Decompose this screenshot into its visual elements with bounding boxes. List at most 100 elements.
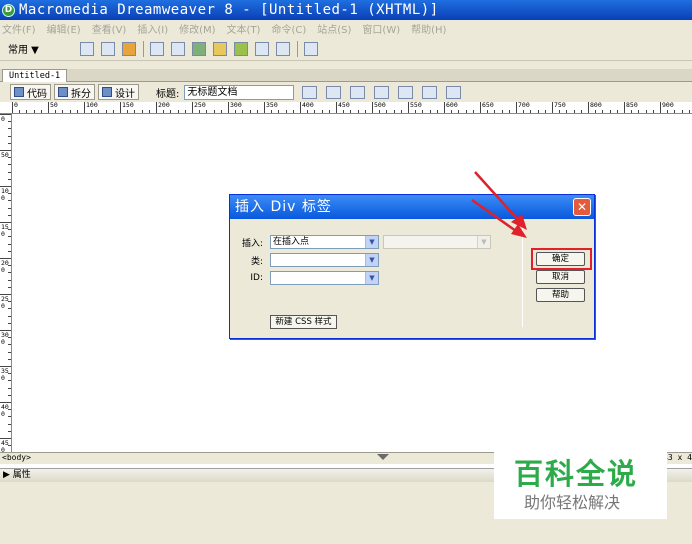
chevron-down-icon[interactable]: ▼: [365, 236, 378, 248]
ruler-tick: [631, 110, 633, 113]
ruler-tick: [674, 110, 676, 113]
ruler-tick: [8, 243, 11, 245]
view-options-icon[interactable]: [422, 85, 438, 99]
chevron-down-icon[interactable]: ▼: [365, 272, 378, 284]
close-icon[interactable]: ✕: [573, 198, 591, 216]
ruler-tick: [8, 286, 11, 288]
ruler-tick: [220, 110, 222, 113]
ruler-tick: [566, 110, 568, 113]
ruler-tick: [660, 102, 661, 113]
menu-site[interactable]: 站点(S): [317, 21, 351, 36]
validate-icon[interactable]: [326, 85, 342, 99]
ruler-tick: [516, 102, 517, 113]
named-anchor-icon[interactable]: [122, 41, 136, 56]
layer-icon[interactable]: [171, 41, 185, 56]
cancel-button[interactable]: 取消: [536, 270, 585, 284]
menu-modify[interactable]: 修改(M): [179, 21, 215, 36]
ruler-tick: [199, 110, 201, 113]
dreamweaver-window: D Macromedia Dreamweaver 8 - [Untitled-1…: [0, 0, 692, 544]
ruler-tick: [602, 110, 604, 113]
refresh-icon[interactable]: [398, 85, 414, 99]
ruler-tick: [688, 110, 690, 113]
ruler-tick: [415, 110, 417, 113]
tag-selector[interactable]: <body>: [2, 453, 31, 462]
dreamweaver-logo-icon: D: [2, 3, 15, 17]
comment-icon[interactable]: [255, 41, 269, 56]
menu-text[interactable]: 文本(T): [227, 21, 261, 36]
menu-insert[interactable]: 插入(I): [137, 21, 168, 36]
menu-view[interactable]: 查看(V): [92, 21, 127, 36]
email-link-icon[interactable]: [101, 41, 115, 56]
menu-commands[interactable]: 命令(C): [271, 21, 306, 36]
menu-window[interactable]: 窗口(W): [362, 21, 400, 36]
ruler-tick: [141, 110, 143, 113]
document-tab[interactable]: Untitled-1: [2, 69, 68, 82]
ruler-tick: [552, 102, 553, 113]
ruler-tick: [588, 102, 589, 113]
ruler-tick: [386, 110, 388, 113]
file-management-icon[interactable]: [350, 85, 366, 99]
tag-chooser-icon[interactable]: [304, 41, 318, 56]
new-css-style-button[interactable]: 新建 CSS 样式: [270, 315, 337, 329]
ruler-tick: [652, 110, 654, 113]
ruler-label: 700: [518, 102, 530, 109]
class-select[interactable]: ▼: [270, 253, 379, 267]
image-icon[interactable]: [192, 41, 206, 56]
design-view-icon: [102, 87, 112, 97]
ruler-label: 550: [410, 102, 422, 109]
ruler-tick: [19, 110, 21, 113]
template-icon[interactable]: [276, 41, 290, 56]
insert-label: 插入:: [241, 238, 263, 249]
code-view-button[interactable]: 代码: [10, 84, 51, 100]
ruler-label: 300: [1, 331, 9, 346]
menu-help[interactable]: 帮助(H): [411, 21, 446, 36]
ruler-tick: [148, 110, 150, 113]
ruler-tick: [40, 110, 42, 113]
ruler-tick: [321, 110, 323, 113]
browser-check-icon[interactable]: [302, 85, 318, 99]
ok-button[interactable]: 确定: [536, 252, 585, 266]
split-view-button[interactable]: 拆分: [54, 84, 95, 100]
design-view-button[interactable]: 设计: [98, 84, 139, 100]
menu-file[interactable]: 文件(F): [2, 21, 36, 36]
ruler-tick: [69, 110, 71, 113]
insert-category-dropdown[interactable]: 常用 ▼: [8, 41, 68, 56]
ruler-tick: [508, 110, 510, 113]
insert-position-select[interactable]: 在插入点 ▼: [270, 235, 379, 249]
chevron-down-icon: ▼: [477, 236, 490, 248]
insert-row: 插入: 在插入点 ▼ ▼: [230, 235, 491, 249]
hyperlink-icon[interactable]: [80, 41, 94, 56]
ruler-tick: [8, 279, 11, 281]
ruler-label: 750: [554, 102, 566, 109]
ruler-tick: [76, 110, 78, 113]
document-toolbar: 代码 拆分 设计 标题: 无标题文档: [0, 82, 692, 102]
ruler-tick: [645, 110, 647, 113]
ruler-tick: [8, 128, 11, 130]
page-title-input[interactable]: 无标题文档: [184, 84, 295, 100]
date-icon[interactable]: [234, 41, 248, 56]
ruler-tick: [8, 394, 11, 396]
ruler-tick: [264, 102, 265, 113]
window-size-indicator[interactable]: 43 x 4: [663, 453, 692, 462]
ruler-label: 800: [590, 102, 602, 109]
ruler-label: 350: [1, 367, 9, 382]
ruler-tick: [33, 110, 35, 113]
split-view-label: 拆分: [71, 88, 91, 100]
panel-expander-icon[interactable]: [377, 454, 389, 460]
table-icon[interactable]: [150, 41, 164, 56]
ruler-tick: [235, 110, 237, 113]
menu-edit[interactable]: 编辑(E): [47, 21, 81, 36]
ruler-tick: [436, 110, 438, 113]
ruler-tick: [465, 110, 467, 113]
help-button[interactable]: 帮助: [536, 288, 585, 302]
ruler-tick: [350, 110, 352, 113]
visual-aids-icon[interactable]: [446, 85, 462, 99]
media-icon[interactable]: [213, 41, 227, 56]
chevron-down-icon[interactable]: ▼: [365, 254, 378, 266]
ruler-tick: [537, 110, 539, 113]
preview-icon[interactable]: [374, 85, 390, 99]
id-select[interactable]: ▼: [270, 271, 379, 285]
ruler-label: 400: [1, 403, 9, 418]
ruler-tick: [408, 102, 409, 113]
ruler-label: 0: [1, 115, 5, 123]
